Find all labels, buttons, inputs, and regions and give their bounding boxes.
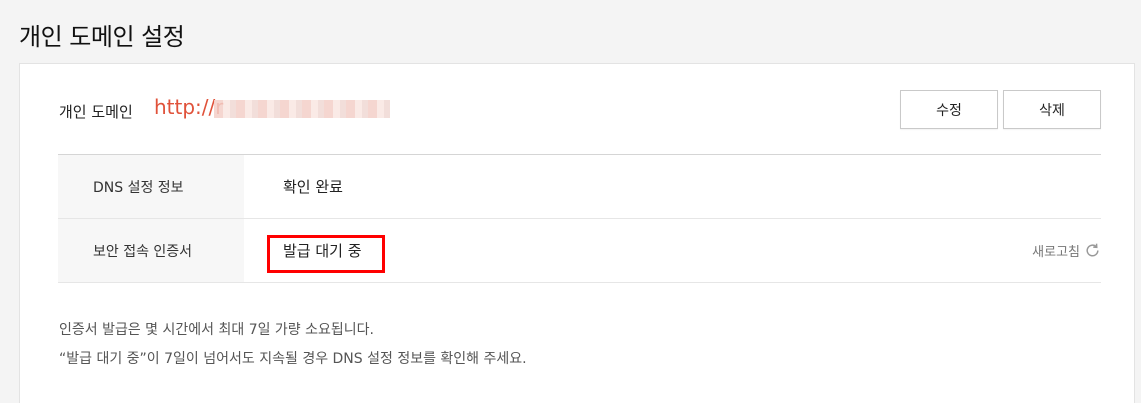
redacted-domain-blur — [214, 100, 390, 118]
domain-label: 개인 도메인 — [59, 103, 133, 121]
table-row-certificate: 보안 접속 인증서 발급 대기 중 새로고침 — [58, 219, 1101, 283]
note-line-1: 인증서 발급은 몇 시간에서 최대 7일 가량 소요됩니다. — [59, 322, 374, 338]
domain-info-table: DNS 설정 정보 확인 완료 보안 접속 인증서 발급 대기 중 새로고침 — [58, 154, 1101, 283]
page-title: 개인 도메인 설정 — [19, 23, 185, 51]
refresh-button[interactable]: 새로고침 — [1032, 241, 1101, 260]
dns-settings-value: 확인 완료 — [283, 178, 343, 196]
refresh-label: 새로고침 — [1032, 245, 1080, 260]
edit-button[interactable]: 수정 — [900, 90, 998, 129]
delete-button[interactable]: 삭제 — [1003, 90, 1101, 129]
table-row-dns: DNS 설정 정보 확인 완료 — [58, 155, 1101, 219]
certificate-label: 보안 접속 인증서 — [58, 219, 244, 282]
notes: 인증서 발급은 몇 시간에서 최대 7일 가량 소요됩니다. “발급 대기 중”… — [59, 316, 527, 374]
dns-settings-label: DNS 설정 정보 — [58, 155, 244, 218]
note-line-2: “발급 대기 중”이 7일이 넘어서도 지속될 경우 DNS 설정 정보를 확인… — [59, 351, 527, 367]
domain-settings-card: 개인 도메인 http://r 수정 삭제 DNS 설정 정보 확인 완료 보안… — [19, 63, 1135, 403]
highlight-box — [267, 235, 385, 273]
refresh-icon — [1084, 242, 1101, 259]
